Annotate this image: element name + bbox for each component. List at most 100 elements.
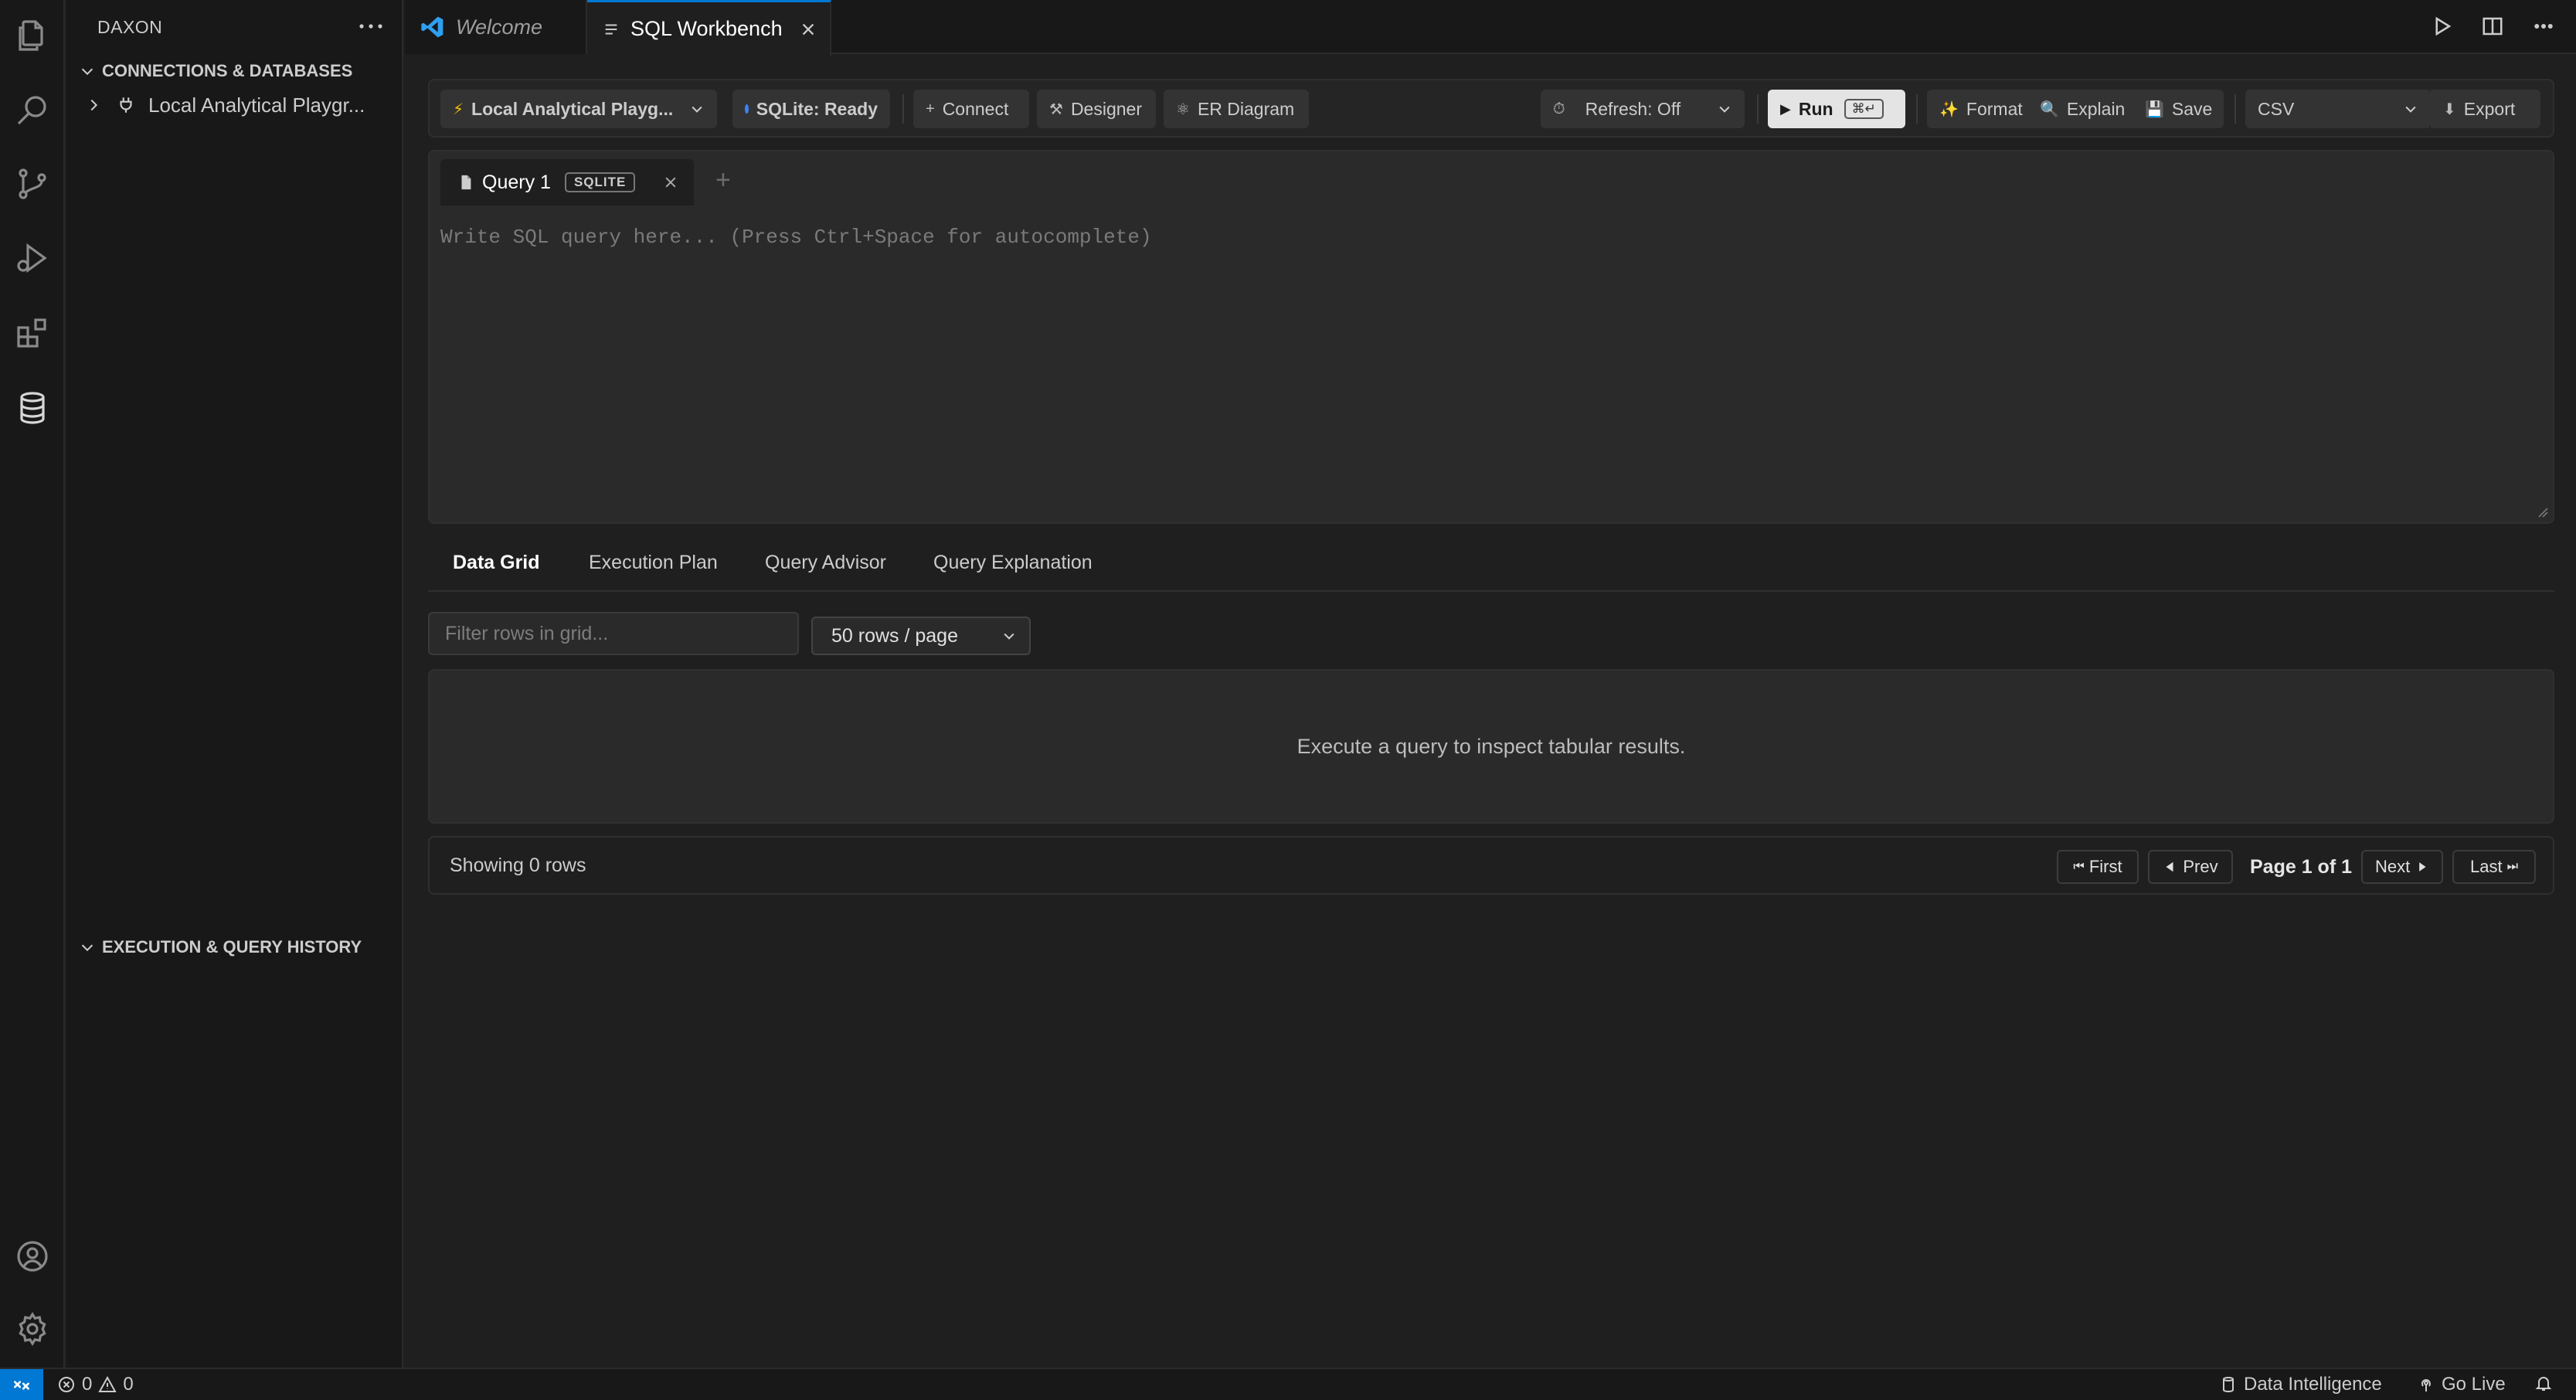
explorer-icon[interactable] bbox=[11, 14, 54, 57]
connection-status-badge: SQLite: Ready bbox=[732, 90, 890, 128]
editor-tabs-bar: Welcome SQL Workbench bbox=[405, 0, 2576, 56]
run-shortcut: ⌘↵ bbox=[1844, 99, 1884, 119]
save-label: Save bbox=[2171, 98, 2213, 119]
problems-indicator[interactable]: 0 0 bbox=[57, 1374, 134, 1395]
run-file-icon[interactable] bbox=[2426, 11, 2457, 42]
more-actions-icon[interactable] bbox=[2528, 11, 2559, 42]
magnifier-icon: 🔍 bbox=[2040, 100, 2059, 118]
tab-sql-workbench[interactable]: SQL Workbench bbox=[587, 0, 831, 56]
download-icon: ⬇ bbox=[2443, 100, 2456, 118]
query-tab[interactable]: Query 1 SQLITE bbox=[440, 159, 694, 206]
resize-grip-icon[interactable] bbox=[2536, 505, 2548, 518]
go-live-item[interactable]: Go Live bbox=[2417, 1374, 2506, 1395]
sql-editor[interactable]: Write SQL query here... (Press Ctrl+Spac… bbox=[440, 226, 2542, 511]
close-icon[interactable] bbox=[797, 18, 820, 41]
connections-section-header[interactable]: CONNECTIONS & DATABASES bbox=[66, 54, 403, 88]
chevron-down-icon bbox=[681, 101, 705, 117]
account-icon[interactable] bbox=[11, 1235, 54, 1278]
explain-label: Explain bbox=[2066, 98, 2126, 119]
warning-icon bbox=[98, 1375, 117, 1392]
data-intelligence-item[interactable]: Data Intelligence bbox=[2219, 1374, 2382, 1395]
chevron-down-icon bbox=[1001, 628, 1017, 644]
refresh-select[interactable]: ⏱ Refresh: Off bbox=[1541, 90, 1745, 128]
source-control-icon[interactable] bbox=[11, 162, 54, 206]
grid-filter-input[interactable] bbox=[428, 612, 799, 655]
connection-tree-item[interactable]: Local Analytical Playgr... bbox=[66, 87, 403, 124]
tab-welcome-label: Welcome bbox=[456, 15, 543, 39]
prev-page-button[interactable]: Prev bbox=[2148, 850, 2233, 884]
refresh-select-value: Refresh: Off bbox=[1585, 98, 1681, 119]
workbench-toolbar: ⚡ Local Analytical Playg... SQLite: Read… bbox=[428, 79, 2554, 138]
vscode-logo-icon bbox=[420, 15, 445, 39]
data-intelligence-label: Data Intelligence bbox=[2244, 1374, 2382, 1395]
page-size-value: 50 rows / page bbox=[831, 624, 958, 647]
status-dot bbox=[745, 104, 749, 114]
close-icon[interactable] bbox=[663, 175, 678, 190]
tab-execution-plan[interactable]: Execution Plan bbox=[589, 552, 718, 574]
designer-label: Designer bbox=[1070, 98, 1142, 119]
broadcast-icon bbox=[2421, 1379, 2431, 1392]
tab-sql-workbench-label: SQL Workbench bbox=[630, 17, 783, 40]
history-section-header[interactable]: EXECUTION & QUERY HISTORY bbox=[66, 930, 403, 964]
skip-forward-icon: ⏭ bbox=[2506, 860, 2518, 873]
connect-label: Connect bbox=[942, 98, 1009, 119]
chevron-right-icon bbox=[85, 97, 116, 114]
run-label: Run bbox=[1798, 98, 1833, 119]
triangle-right-icon bbox=[2419, 862, 2426, 872]
skip-back-icon: ⏮ bbox=[2073, 860, 2085, 873]
status-bar: 0 0 Data Intelligence Go Live bbox=[0, 1368, 2576, 1400]
pagination-bar: Showing 0 rows ⏮ First Prev Page 1 of 1 … bbox=[428, 836, 2554, 895]
format-label: Format bbox=[1966, 98, 2023, 119]
lines-icon bbox=[603, 21, 620, 38]
chevron-down-icon bbox=[66, 930, 97, 964]
next-page-label: Next bbox=[2375, 857, 2411, 876]
error-count: 0 bbox=[82, 1374, 93, 1395]
connection-select[interactable]: ⚡ Local Analytical Playg... bbox=[440, 90, 717, 128]
next-page-button[interactable]: Next bbox=[2361, 850, 2443, 884]
run-debug-icon[interactable] bbox=[11, 236, 54, 280]
more-actions-icon[interactable] bbox=[354, 12, 388, 40]
dialect-badge: SQLITE bbox=[564, 172, 636, 192]
last-page-label: Last bbox=[2470, 857, 2503, 876]
first-page-button[interactable]: ⏮ First bbox=[2057, 850, 2139, 884]
tab-query-explanation[interactable]: Query Explanation bbox=[933, 552, 1093, 574]
save-button[interactable]: 💾 Save bbox=[2133, 90, 2217, 128]
export-label: Export bbox=[2463, 98, 2516, 119]
run-button[interactable]: ▶ Run ⌘↵ bbox=[1768, 90, 1905, 128]
designer-button[interactable]: ⚒ Designer bbox=[1037, 90, 1156, 128]
export-format-value: CSV bbox=[2258, 98, 2295, 119]
data-grid-empty: Execute a query to inspect tabular resul… bbox=[428, 669, 2554, 824]
query-editor-panel: Query 1 SQLITE + Write SQL query here...… bbox=[428, 150, 2554, 524]
split-editor-icon[interactable] bbox=[2477, 11, 2508, 42]
settings-gear-icon[interactable] bbox=[11, 1307, 54, 1351]
notifications-bell-icon[interactable] bbox=[2534, 1374, 2553, 1392]
export-button[interactable]: ⬇ Export bbox=[2431, 90, 2540, 128]
connect-button[interactable]: + Connect bbox=[913, 90, 1029, 128]
plug-icon bbox=[116, 95, 136, 115]
page-size-select[interactable]: 50 rows / page bbox=[811, 617, 1031, 655]
er-diagram-label: ER Diagram bbox=[1197, 98, 1295, 119]
format-button[interactable]: ✨ Format bbox=[1927, 90, 2024, 128]
add-query-tab-button[interactable]: + bbox=[715, 165, 731, 195]
search-icon[interactable] bbox=[11, 88, 54, 131]
database-icon[interactable] bbox=[11, 386, 54, 430]
tab-data-grid[interactable]: Data Grid bbox=[453, 552, 540, 574]
connection-label: Local Analytical Playgr... bbox=[148, 93, 365, 117]
last-page-button[interactable]: Last ⏭ bbox=[2452, 850, 2536, 884]
chevron-down-icon bbox=[2395, 101, 2418, 117]
plus-icon: + bbox=[926, 100, 935, 117]
connections-section-label: CONNECTIONS & DATABASES bbox=[102, 61, 353, 80]
export-format-select[interactable]: CSV bbox=[2245, 90, 2431, 128]
lightning-icon: ⚡ bbox=[453, 100, 464, 118]
prev-page-label: Prev bbox=[2183, 857, 2218, 876]
play-icon: ▶ bbox=[1780, 100, 1791, 117]
tab-welcome[interactable]: Welcome bbox=[405, 0, 587, 54]
er-diagram-button[interactable]: ⚛ ER Diagram bbox=[1164, 90, 1309, 128]
remote-icon[interactable] bbox=[0, 1369, 43, 1400]
sparkle-icon: ✨ bbox=[1939, 100, 1959, 118]
explain-button[interactable]: 🔍 Explain bbox=[2027, 90, 2129, 128]
tab-query-advisor[interactable]: Query Advisor bbox=[765, 552, 886, 574]
extensions-icon[interactable] bbox=[11, 312, 54, 355]
atom-icon: ⚛ bbox=[1176, 100, 1190, 118]
chevron-down-icon bbox=[1709, 101, 1732, 117]
